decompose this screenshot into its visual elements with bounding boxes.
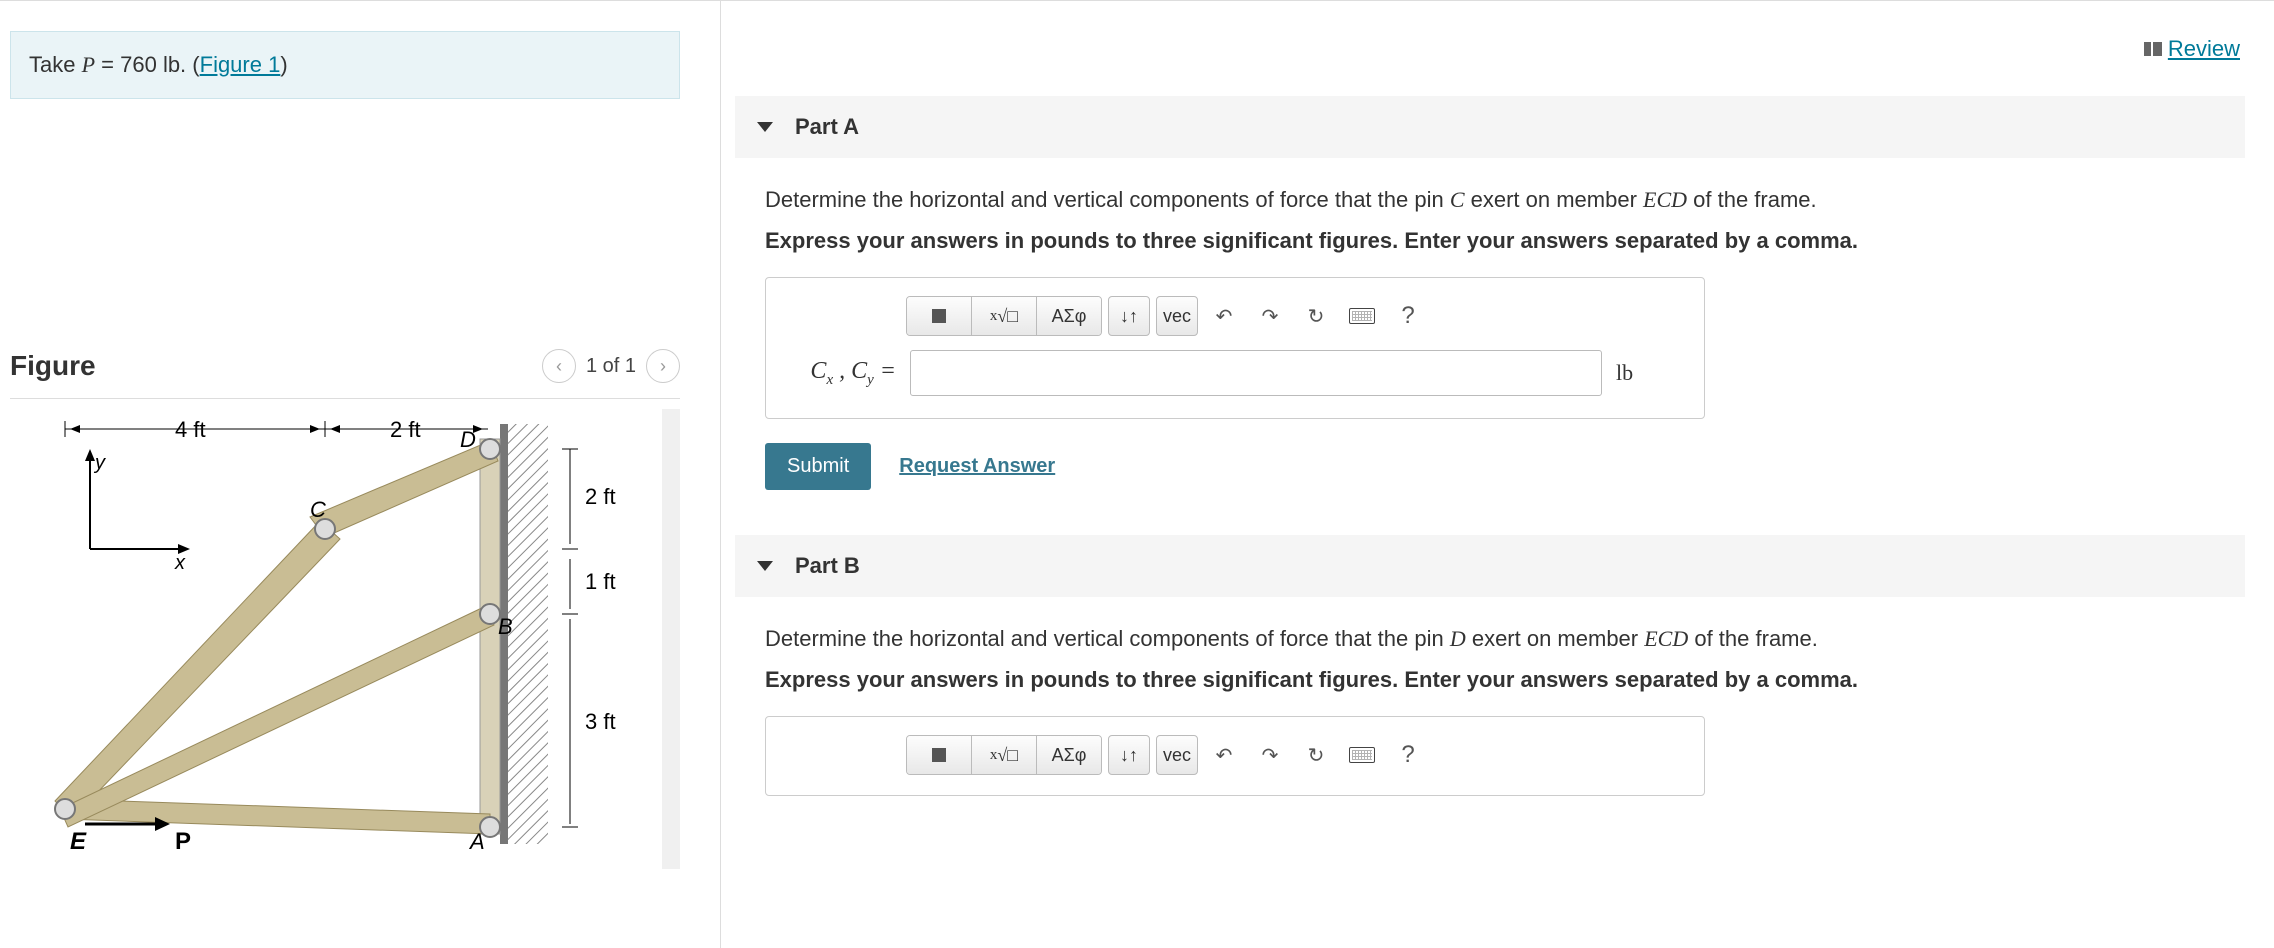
part-a-answer-box: x√□ ΑΣφ ↓↑ vec ↶ ↷ ↻ ? Cx , Cy = lb <box>765 277 1705 419</box>
dim-2ft: 2 ft <box>390 417 421 442</box>
part-a-title: Part A <box>795 114 859 140</box>
scroll-down-button[interactable]: ▾ <box>662 851 680 869</box>
reset-button[interactable]: ↻ <box>1296 736 1336 774</box>
part-b-prompt: Determine the horizontal and vertical co… <box>735 597 2245 696</box>
redo-button[interactable]: ↷ <box>1250 736 1290 774</box>
problem-statement: Take P = 760 lb. (Figure 1) <box>10 31 680 99</box>
dim-1ft: 1 ft <box>585 569 616 594</box>
redo-button[interactable]: ↷ <box>1250 297 1290 335</box>
vector-button[interactable]: vec <box>1156 296 1198 336</box>
node-E: E <box>70 828 87 855</box>
part-b-answer-box: x√□ ΑΣφ ↓↑ vec ↶ ↷ ↻ ? <box>765 716 1705 796</box>
pager-text: 1 of 1 <box>586 355 636 378</box>
figure-title: Figure <box>10 350 96 382</box>
undo-button[interactable]: ↶ <box>1204 297 1244 335</box>
node-A: A <box>468 829 485 854</box>
node-D: D <box>460 427 476 452</box>
answer-input[interactable] <box>910 350 1602 396</box>
keyboard-icon <box>1349 308 1375 324</box>
book-icon <box>2144 42 2162 56</box>
box-icon <box>932 309 946 323</box>
dim-4ft: 4 ft <box>175 417 206 442</box>
text: Take <box>29 52 82 77</box>
text: = 760 lb. ( <box>95 52 200 77</box>
figure-link[interactable]: Figure 1 <box>200 52 281 77</box>
undo-button[interactable]: ↶ <box>1204 736 1244 774</box>
next-figure-button[interactable]: › <box>646 349 680 383</box>
help-button[interactable]: ? <box>1388 736 1428 774</box>
subscript-button[interactable]: ↓↑ <box>1108 735 1150 775</box>
axis-x: x <box>174 552 186 574</box>
variable-P: P <box>82 52 95 77</box>
review-link[interactable]: Review <box>2144 36 2240 62</box>
box-icon <box>932 748 946 762</box>
dim-2ft-v: 2 ft <box>585 484 616 509</box>
request-answer-link[interactable]: Request Answer <box>899 455 1055 478</box>
greek-button[interactable]: ΑΣφ <box>1037 297 1101 335</box>
part-b-header[interactable]: Part B <box>735 535 2245 597</box>
keyboard-button[interactable] <box>1342 736 1382 774</box>
reset-button[interactable]: ↻ <box>1296 297 1336 335</box>
greek-button[interactable]: ΑΣφ <box>1037 736 1101 774</box>
node-B: B <box>498 614 513 639</box>
dim-3ft: 3 ft <box>585 709 616 734</box>
templates-button[interactable] <box>907 736 972 774</box>
scroll-up-button[interactable]: ▴ <box>662 409 680 427</box>
collapse-icon <box>757 122 773 132</box>
text: ) <box>280 52 287 77</box>
figure-pager: ‹ 1 of 1 › <box>542 349 680 383</box>
unit-label: lb <box>1616 360 1633 386</box>
part-a-header[interactable]: Part A <box>735 96 2245 158</box>
axis-y: y <box>93 452 106 474</box>
review-text: Review <box>2168 36 2240 62</box>
help-button[interactable]: ? <box>1388 297 1428 335</box>
node-C: C <box>310 497 326 522</box>
vector-button[interactable]: vec <box>1156 735 1198 775</box>
subscript-button[interactable]: ↓↑ <box>1108 296 1150 336</box>
templates-button[interactable] <box>907 297 972 335</box>
force-P: P <box>175 828 191 855</box>
keyboard-button[interactable] <box>1342 297 1382 335</box>
fraction-root-button[interactable]: x√□ <box>972 736 1037 774</box>
equation-toolbar: x√□ ΑΣφ ↓↑ vec ↶ ↷ ↻ ? <box>906 296 1684 336</box>
fraction-root-button[interactable]: x√□ <box>972 297 1037 335</box>
submit-button[interactable]: Submit <box>765 443 871 490</box>
part-a-prompt: Determine the horizontal and vertical co… <box>735 158 2245 257</box>
part-b-title: Part B <box>795 553 860 579</box>
variable-label: Cx , Cy = <box>786 358 896 389</box>
keyboard-icon <box>1349 747 1375 763</box>
collapse-icon <box>757 561 773 571</box>
figure-image: ▴ ▾ <box>10 409 680 869</box>
prev-figure-button[interactable]: ‹ <box>542 349 576 383</box>
equation-toolbar: x√□ ΑΣφ ↓↑ vec ↶ ↷ ↻ ? <box>906 735 1684 775</box>
